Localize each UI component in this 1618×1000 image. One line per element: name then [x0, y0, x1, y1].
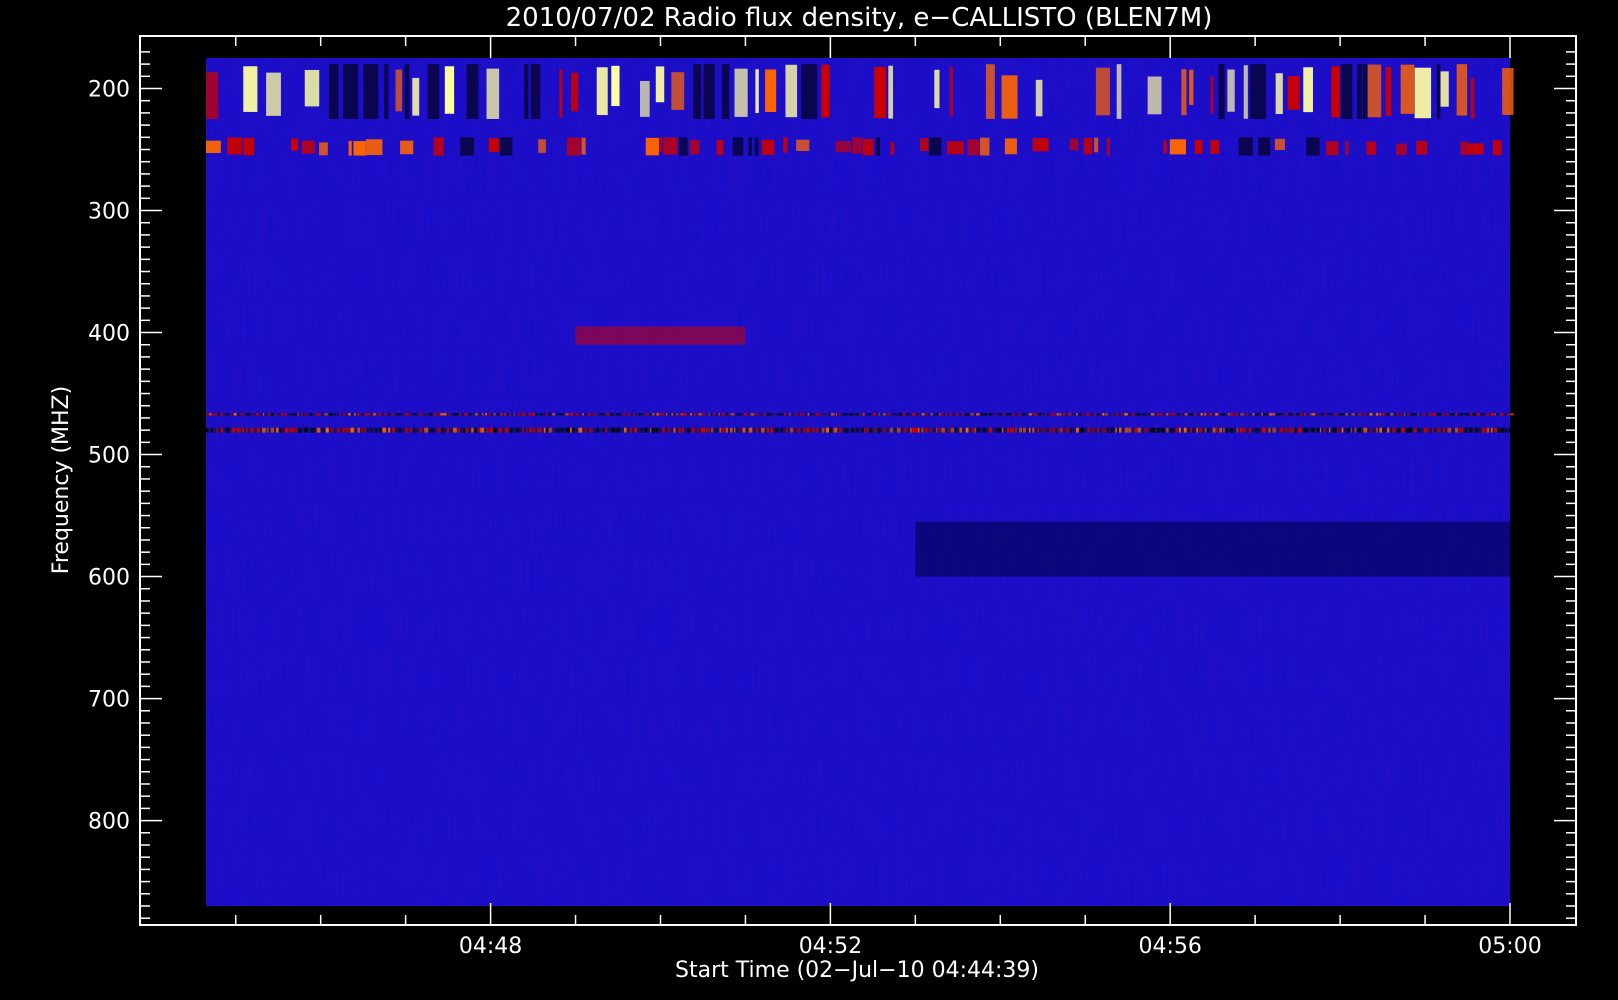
y-axis-label: Frequency (MHZ): [49, 386, 74, 574]
heatmap-area: [206, 58, 1514, 906]
heatmap-noise: [206, 58, 1510, 906]
spectrogram-chart: 2010/07/02 Radio flux density, e−CALLIST…: [49, 3, 1577, 983]
y-tick-label: 500: [88, 444, 130, 469]
x-tick-label: 04:56: [1138, 934, 1201, 959]
heatmap-feature: [206, 427, 1511, 433]
y-tick-label: 400: [88, 322, 130, 347]
x-tick-label: 04:52: [799, 934, 862, 959]
heatmap-feature: [915, 521, 1510, 577]
x-axis-label: Start Time (02−Jul−10 04:44:39): [675, 958, 1039, 983]
y-tick-label: 700: [88, 688, 130, 713]
chart-title: 2010/07/02 Radio flux density, e−CALLIST…: [506, 3, 1213, 33]
heatmap-feature: [575, 326, 746, 345]
heatmap-feature: [206, 413, 1514, 416]
y-tick-label: 800: [88, 810, 130, 835]
x-tick-label: 04:48: [459, 934, 522, 959]
y-tick-label: 300: [88, 200, 130, 225]
x-tick-label: 05:00: [1478, 934, 1541, 959]
y-tick-label: 200: [88, 78, 130, 103]
y-tick-label: 600: [88, 566, 130, 591]
